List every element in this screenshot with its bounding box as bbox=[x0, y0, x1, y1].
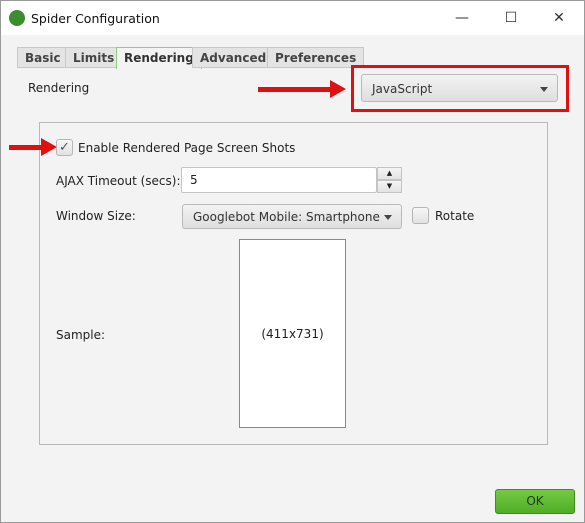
rotate-label: Rotate bbox=[435, 209, 475, 223]
sample-preview: (411x731) bbox=[239, 239, 346, 428]
rotate-checkbox[interactable] bbox=[412, 207, 429, 224]
chevron-down-icon bbox=[540, 87, 548, 92]
spinner-down-button[interactable]: ▼ bbox=[377, 180, 402, 193]
dialog-window: Spider Configuration — ☐ ✕ Basic Limits … bbox=[0, 0, 585, 523]
tab-limits[interactable]: Limits bbox=[65, 47, 123, 68]
window-size-label: Window Size: bbox=[56, 209, 136, 223]
title-bar: Spider Configuration — ☐ ✕ bbox=[1, 1, 584, 35]
tab-basic[interactable]: Basic bbox=[17, 47, 69, 68]
window-title: Spider Configuration bbox=[31, 11, 160, 26]
sample-label: Sample: bbox=[56, 328, 106, 342]
rendering-mode-value: JavaScript bbox=[372, 82, 433, 96]
annotation-arrow bbox=[258, 80, 346, 98]
rendering-label: Rendering bbox=[28, 81, 90, 95]
tab-advanced[interactable]: Advanced bbox=[192, 47, 275, 68]
tab-rendering[interactable]: Rendering bbox=[116, 47, 202, 69]
annotation-arrow bbox=[9, 138, 57, 156]
spinner-up-button[interactable]: ▲ bbox=[377, 167, 402, 180]
ok-button[interactable]: OK bbox=[495, 489, 575, 514]
ajax-timeout-input[interactable]: 5 bbox=[181, 167, 377, 193]
tab-preferences[interactable]: Preferences bbox=[267, 47, 365, 68]
sample-size-text: (411x731) bbox=[261, 326, 324, 341]
ajax-timeout-label: AJAX Timeout (secs): bbox=[56, 174, 181, 188]
enable-screenshots-checkbox[interactable]: ✓ bbox=[56, 139, 73, 156]
spider-app-icon bbox=[9, 10, 25, 26]
enable-screenshots-label: Enable Rendered Page Screen Shots bbox=[78, 141, 296, 155]
rendering-mode-dropdown[interactable]: JavaScript bbox=[361, 74, 558, 102]
window-size-dropdown[interactable]: Googlebot Mobile: Smartphone bbox=[182, 204, 402, 229]
window-size-value: Googlebot Mobile: Smartphone bbox=[193, 210, 380, 224]
maximize-button[interactable]: ☐ bbox=[496, 7, 526, 29]
chevron-down-icon bbox=[384, 215, 392, 220]
minimize-button[interactable]: — bbox=[447, 7, 477, 29]
close-button[interactable]: ✕ bbox=[544, 7, 574, 29]
